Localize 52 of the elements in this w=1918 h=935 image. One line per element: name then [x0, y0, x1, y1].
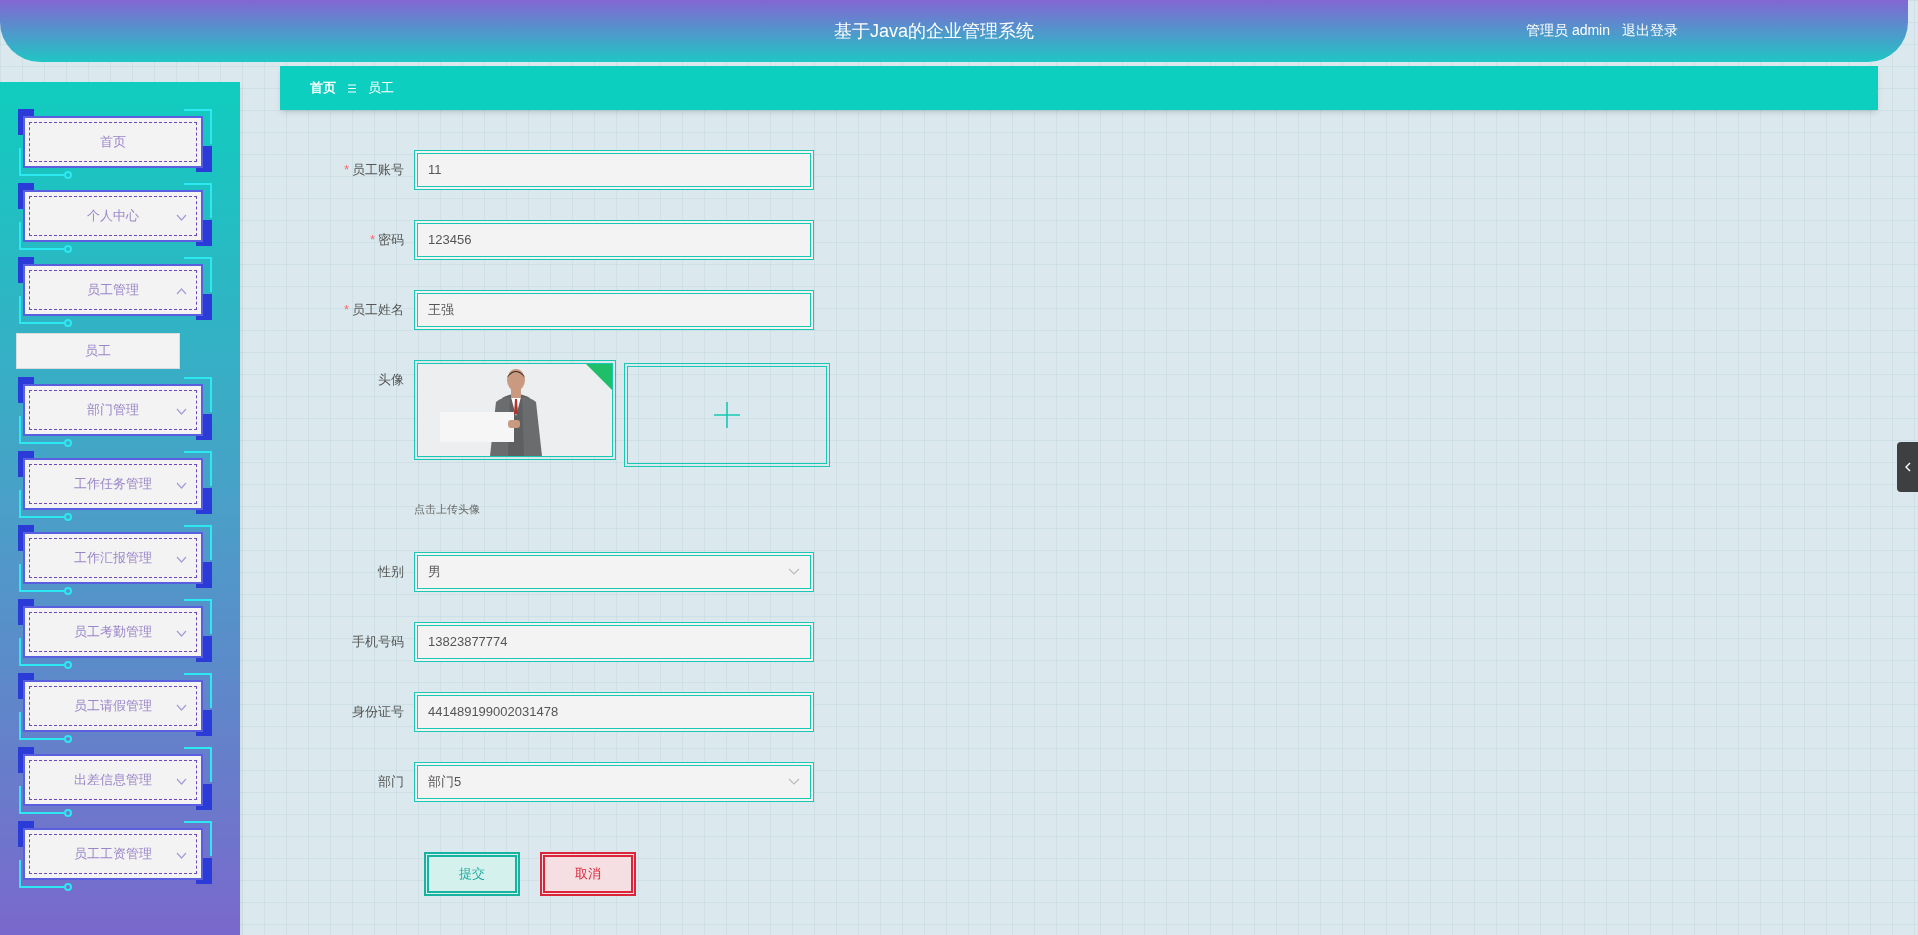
menu-item[interactable]: 部门管理 — [23, 384, 203, 436]
menu-item[interactable]: 员工工资管理 — [23, 828, 203, 880]
select-field[interactable]: 部门5 — [414, 761, 814, 802]
collapse-handle[interactable] — [1897, 442, 1918, 492]
field-label: 手机号码 — [352, 632, 404, 651]
chevron-down-icon — [788, 778, 800, 785]
chevron-down-icon — [176, 704, 187, 711]
upload-hint: 点击上传头像 — [414, 502, 481, 517]
field-label: 部门 — [378, 772, 404, 791]
chevron-left-icon — [1903, 462, 1912, 472]
field-label: 身份证号 — [352, 702, 404, 721]
chevron-down-icon — [176, 214, 187, 221]
user-label: 管理员 admin — [1526, 21, 1611, 40]
separator-icon — [348, 83, 356, 93]
breadcrumb-link[interactable]: 首页 — [310, 78, 336, 98]
chevron-down-icon — [176, 408, 187, 415]
menu-item[interactable]: 首页 — [23, 116, 203, 168]
chevron-up-icon — [176, 288, 187, 295]
chevron-down-icon — [788, 568, 800, 575]
chevron-down-icon — [176, 482, 187, 489]
menu-item[interactable]: 个人中心 — [23, 190, 203, 242]
submenu-item[interactable]: 员工 — [16, 333, 180, 369]
select-field[interactable]: 男 — [414, 551, 814, 592]
chevron-down-icon — [176, 630, 187, 637]
input-field[interactable]: 441489199002031478 — [414, 691, 814, 732]
chevron-down-icon — [176, 852, 187, 859]
field-label: 头像 — [378, 371, 404, 390]
chevron-down-icon — [176, 556, 187, 563]
menu-item[interactable]: 出差信息管理 — [23, 754, 203, 806]
required-mark: * — [369, 231, 375, 250]
field-label: 员工账号 — [352, 161, 404, 180]
menu-item[interactable]: 员工管理 — [23, 264, 203, 316]
app-title: 基于Java的企业管理系统 — [834, 20, 1035, 43]
plus-icon — [714, 402, 740, 428]
field-label: 性别 — [378, 562, 404, 581]
input-field[interactable]: 11 — [414, 150, 814, 190]
field-label: 员工姓名 — [352, 301, 404, 320]
input-field[interactable]: 123456 — [414, 220, 814, 260]
menu-item[interactable]: 员工请假管理 — [23, 680, 203, 732]
field-label: 密码 — [378, 231, 404, 250]
menu-item[interactable]: 工作汇报管理 — [23, 532, 203, 584]
required-mark: * — [343, 161, 349, 180]
breadcrumb-current: 员工 — [368, 79, 394, 98]
logout-link[interactable]: 退出登录 — [1622, 20, 1679, 41]
submit-button[interactable]: 提交 — [424, 851, 520, 896]
input-field[interactable]: 王强 — [414, 290, 814, 330]
chevron-down-icon — [176, 778, 187, 785]
menu-item[interactable]: 工作任务管理 — [23, 458, 203, 510]
cancel-button[interactable]: 取消 — [540, 851, 636, 896]
required-mark: * — [343, 301, 349, 320]
menu-item[interactable]: 员工考勤管理 — [23, 606, 203, 658]
input-field[interactable]: 13823877774 — [414, 621, 814, 662]
